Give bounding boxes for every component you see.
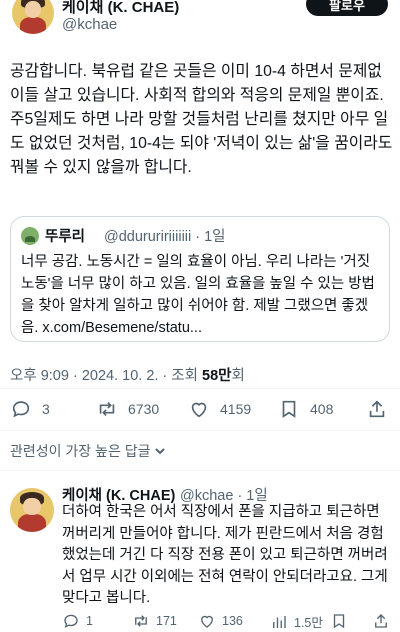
quoted-avatar[interactable]: [21, 227, 39, 245]
author-name[interactable]: 케이채 (K. CHAE): [62, 0, 179, 17]
reply-like-button[interactable]: 136: [198, 612, 243, 630]
bookmark-icon: [333, 614, 345, 629]
share-button[interactable]: [366, 398, 398, 420]
bar-chart-icon: [273, 615, 286, 628]
like-count: 4159: [220, 401, 252, 417]
quoted-text: 너무 공감. 노동시간 = 일의 효율이 아님. 우리 나라는 '거짓노동'을 …: [21, 254, 375, 336]
heart-icon: [191, 402, 207, 418]
reply-repost-count: 171: [156, 614, 177, 628]
post-timestamp[interactable]: 오후 9:09 · 2024. 10. 2. · 조회: [10, 368, 202, 384]
reply-icon: [64, 614, 78, 628]
bookmark-icon: [282, 400, 296, 418]
reply-bookmark-button[interactable]: [330, 612, 354, 630]
reply-share-button[interactable]: [372, 612, 396, 630]
reply-views-button[interactable]: 1.5만: [270, 612, 323, 631]
reply-count: 3: [42, 401, 50, 417]
share-icon: [369, 400, 385, 418]
quoted-author-name: 뚜루리: [45, 229, 86, 245]
author-avatar[interactable]: [12, 0, 54, 34]
reply-author-avatar[interactable]: [10, 488, 54, 532]
reply-reply-count: 1: [86, 614, 93, 628]
repost-icon: [135, 615, 147, 627]
author-handle[interactable]: @kchae: [62, 16, 117, 33]
repost-count: 6730: [128, 401, 160, 417]
reply-like-count: 136: [222, 614, 243, 628]
divider: [0, 388, 400, 389]
reply-sort-label: 관련성이 가장 높은 답글: [10, 443, 151, 459]
like-button[interactable]: 4159: [188, 398, 251, 420]
heart-icon: [201, 615, 213, 628]
bookmark-button[interactable]: 408: [278, 398, 333, 420]
reply-reply-button[interactable]: 1: [62, 612, 93, 630]
follow-button[interactable]: 팔로우: [306, 0, 388, 16]
share-icon: [375, 614, 387, 628]
quoted-post[interactable]: 뚜루리 @dduruririiiiiii · 1일 너무 공감. 노동시간 = …: [10, 216, 390, 342]
post-meta: 오후 9:09 · 2024. 10. 2. · 조회 58만회: [10, 364, 245, 385]
divider: [0, 470, 400, 471]
reply-icon: [12, 401, 30, 418]
view-suffix: 회: [231, 368, 245, 384]
view-count: 58만: [202, 368, 232, 384]
divider: [0, 430, 400, 431]
reply-repost-button[interactable]: 171: [132, 612, 177, 630]
quoted-author-handle: @dduruririiiiiii · 1일: [104, 229, 226, 245]
post-text: 공감합니다. 북유럽 같은 곳들은 이미 10-4 하면서 문제없이들 살고 있…: [10, 63, 393, 176]
reply-sort-selector[interactable]: 관련성이 가장 높은 답글: [10, 441, 166, 461]
chevron-down-icon: [155, 448, 166, 455]
reply-button[interactable]: 3: [10, 398, 50, 420]
repost-icon: [99, 401, 115, 417]
repost-button[interactable]: 6730: [96, 398, 159, 420]
reply-text: 더하여 한국은 어서 직장에서 폰을 지급하고 퇴근하면 꺼버리게 만들어야 합…: [62, 504, 388, 606]
reply-view-count: 1.5만: [294, 616, 323, 630]
bookmark-count: 408: [310, 401, 334, 417]
